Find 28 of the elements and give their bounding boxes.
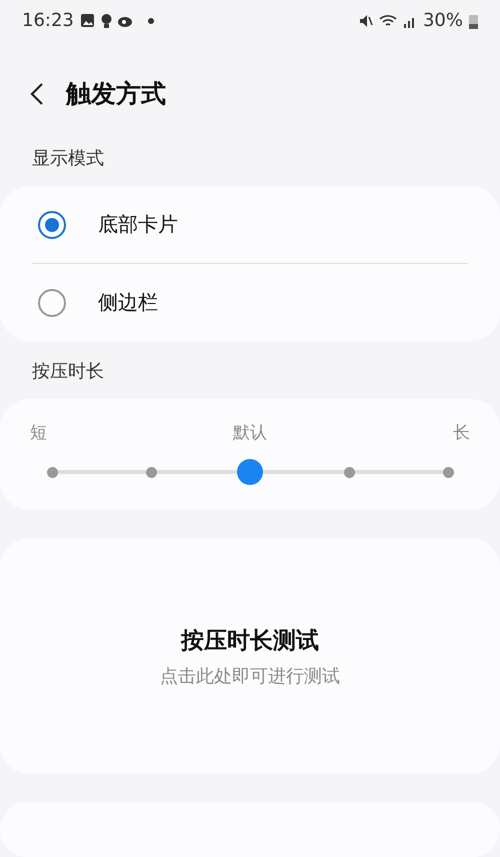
radio-button[interactable] bbox=[38, 210, 66, 239]
slider-label: 长 bbox=[453, 422, 470, 444]
slider-stop-dot bbox=[344, 466, 355, 478]
test-subtitle: 点击此处即可进行测试 bbox=[160, 664, 340, 688]
radio-button[interactable] bbox=[38, 288, 66, 317]
test-title: 按压时长测试 bbox=[181, 626, 319, 656]
bulb-icon bbox=[100, 12, 112, 29]
clock: 16:23 bbox=[22, 10, 74, 32]
slider-stop-dot bbox=[146, 466, 157, 478]
battery-icon bbox=[469, 12, 478, 29]
back-icon[interactable] bbox=[30, 82, 44, 106]
test-card[interactable]: 按压时长测试 点击此处即可进行测试 bbox=[0, 538, 500, 774]
battery-text: 30% bbox=[422, 10, 463, 32]
dot-icon bbox=[148, 18, 154, 24]
section-label: 显示模式 bbox=[31, 147, 105, 172]
slider-stop-dot bbox=[47, 466, 58, 478]
option-label: 底部卡片 bbox=[98, 211, 178, 238]
image-icon bbox=[80, 13, 95, 28]
section-label: 按压时长 bbox=[31, 360, 105, 384]
slider-stop-dot bbox=[443, 466, 454, 478]
page-title: 触发方式 bbox=[66, 78, 166, 110]
eye-icon bbox=[118, 14, 134, 28]
slider-thumb[interactable] bbox=[237, 459, 263, 486]
wifi-icon bbox=[378, 14, 397, 28]
slider-label: 默认 bbox=[233, 422, 267, 444]
option-label: 侧边栏 bbox=[98, 289, 158, 316]
slider-label: 短 bbox=[30, 422, 47, 444]
mute-icon bbox=[358, 14, 373, 28]
